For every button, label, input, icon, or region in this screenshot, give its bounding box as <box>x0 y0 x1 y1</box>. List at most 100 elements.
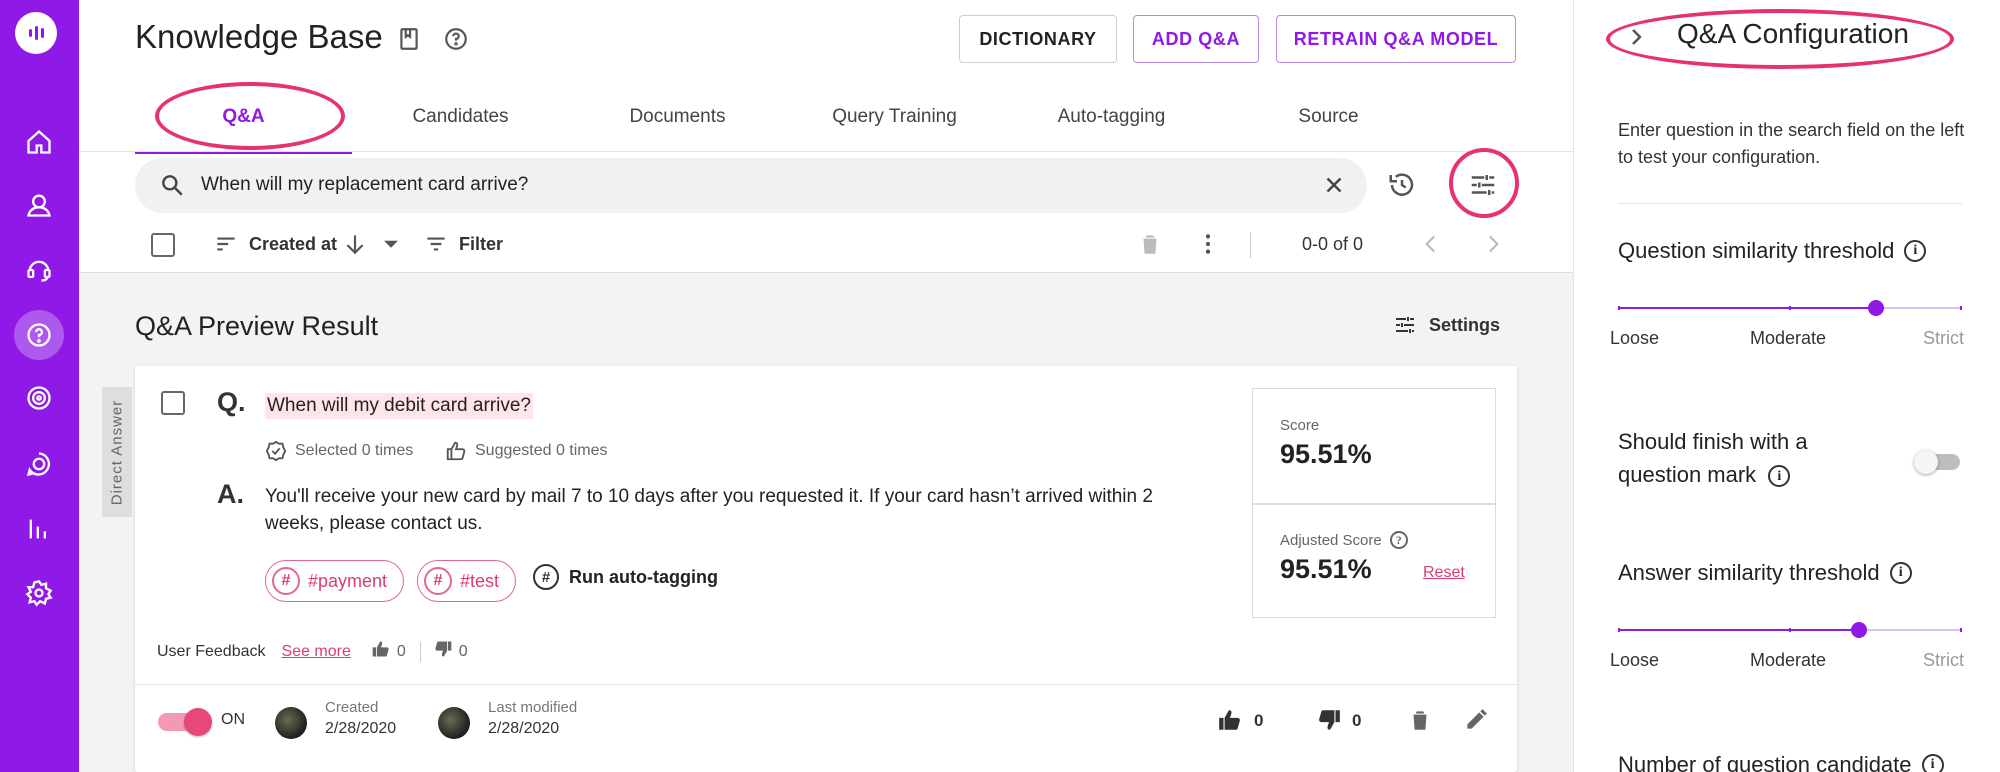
score-label: Score <box>1280 417 1320 434</box>
sort-icon[interactable] <box>213 231 239 262</box>
score-value: 95.51% <box>1280 439 1372 469</box>
edit-icon[interactable] <box>1463 707 1489 738</box>
qa-result-card: Q. When will my debit card arrive? Selec… <box>135 366 1517 772</box>
thumb-up-icon[interactable] <box>1217 707 1243 738</box>
config-panel: Q&A Configuration Enter question in the … <box>1573 0 2000 772</box>
feedback-divider <box>419 641 421 662</box>
caret-down-icon[interactable] <box>378 231 404 262</box>
question-threshold-text: Question similarity threshold <box>1618 238 1895 263</box>
info-icon[interactable]: i <box>1921 754 1944 772</box>
tag-label: #payment <box>308 570 388 591</box>
scale-moderate: Moderate <box>1750 650 1827 670</box>
answer-text: You'll receive your new card by mail 7 t… <box>265 486 1153 534</box>
scale-loose: Loose <box>1610 328 1660 348</box>
book-icon[interactable] <box>396 26 422 52</box>
slider-thumb[interactable] <box>1868 300 1884 316</box>
question-candidate-text: Number of question candidate <box>1618 752 1912 772</box>
tune-icon <box>1396 317 1414 333</box>
slider-tick <box>1618 628 1620 632</box>
filter-label[interactable]: Filter <box>459 234 503 255</box>
reset-link[interactable]: Reset <box>1423 564 1465 582</box>
settings-button[interactable]: Settings <box>1393 313 1500 337</box>
more-vert-icon[interactable] <box>1195 231 1221 262</box>
info-icon[interactable]: i <box>1768 465 1791 488</box>
card-checkbox[interactable] <box>161 391 185 415</box>
scale-strict: Strict <box>1923 328 1965 348</box>
slider-tick <box>1960 306 1962 310</box>
answer-threshold-label: Answer similarity threshold i <box>1618 560 1912 586</box>
run-auto-tagging-button[interactable]: # Run auto-tagging <box>533 564 718 590</box>
tune-icon[interactable] <box>1463 165 1503 205</box>
info-icon[interactable]: i <box>1889 562 1912 584</box>
tab-divider <box>79 151 1573 152</box>
tab-auto-tagging[interactable]: Auto-tagging <box>1003 88 1220 152</box>
slider-track-filled <box>1618 307 1876 309</box>
tab-documents[interactable]: Documents <box>569 88 786 152</box>
score-box: Score 95.51% Adjusted Score ? 95.51% Res… <box>1252 388 1496 618</box>
created-label: Created <box>325 699 379 716</box>
should-finish-toggle[interactable] <box>1914 450 1962 474</box>
select-all-checkbox[interactable] <box>151 233 175 257</box>
target-icon[interactable] <box>14 373 64 423</box>
toolbar-divider <box>1250 232 1251 258</box>
feedback-down-count: 0 <box>458 642 468 660</box>
delete-icon[interactable] <box>1407 707 1433 738</box>
modified-date: 2/28/2020 <box>488 720 560 737</box>
see-more-link[interactable]: See more <box>282 643 351 661</box>
info-icon[interactable]: i <box>1904 240 1927 262</box>
question-threshold-slider[interactable] <box>1618 298 1962 318</box>
help-circle-icon[interactable] <box>443 26 469 52</box>
tab-query-training[interactable]: Query Training <box>786 88 1003 152</box>
question-marker: Q. <box>217 387 246 417</box>
filter-icon[interactable] <box>423 231 449 262</box>
like-count: 0 <box>1254 711 1264 730</box>
app-logo-icon[interactable] <box>15 12 57 54</box>
history-icon[interactable] <box>1382 165 1422 205</box>
question-threshold-label: Question similarity threshold i <box>1618 238 1927 264</box>
add-qa-button[interactable]: ADD Q&A <box>1133 15 1259 63</box>
chat-agent-icon[interactable] <box>14 245 64 295</box>
thumb-down-icon[interactable] <box>1316 707 1342 738</box>
config-divider <box>1618 203 1962 204</box>
suggested-label: Suggested 0 times <box>475 442 608 459</box>
config-description: Enter question in the search field on th… <box>1618 120 1965 167</box>
question-candidate-label: Number of question candidate i <box>1618 752 1944 772</box>
settings-label: Settings <box>1429 314 1501 335</box>
arrow-down-icon[interactable] <box>342 231 368 262</box>
slider-tick <box>1789 306 1791 310</box>
home-icon[interactable] <box>14 117 64 167</box>
preview-title: Q&A Preview Result <box>135 311 379 341</box>
chevron-left-icon[interactable] <box>1418 231 1444 262</box>
settings-icon[interactable] <box>14 568 64 618</box>
analytics-icon[interactable] <box>14 504 64 554</box>
preview-section: Q&A Preview Result Settings Q. When will… <box>79 273 1573 772</box>
delete-icon[interactable] <box>1137 231 1163 262</box>
user-icon[interactable] <box>14 180 64 230</box>
slider-track-rest <box>1859 629 1962 631</box>
tab-candidates[interactable]: Candidates <box>352 88 569 152</box>
tag-label: #test <box>460 570 500 591</box>
slider-thumb[interactable] <box>1851 622 1867 638</box>
dictionary-button[interactable]: DICTIONARY <box>959 15 1117 63</box>
thumb-up-outline-icon <box>446 441 466 461</box>
hash-icon: # <box>272 567 300 595</box>
modified-label: Last modified <box>488 699 578 716</box>
conversation-icon[interactable] <box>14 439 64 489</box>
toggle-label: ON <box>221 711 245 728</box>
search-input[interactable] <box>201 166 1281 204</box>
tag-chip-test[interactable]: # #test <box>417 560 517 602</box>
selected-count: Selected 0 times <box>265 440 413 462</box>
tab-qa[interactable]: Q&A <box>135 88 352 154</box>
active-toggle[interactable] <box>158 708 212 736</box>
help-icon[interactable] <box>14 310 64 360</box>
retrain-qa-model-button[interactable]: RETRAIN Q&A MODEL <box>1276 15 1516 63</box>
chevron-right-icon[interactable] <box>1480 231 1506 262</box>
chevron-right-icon[interactable] <box>1624 25 1648 49</box>
clear-icon[interactable] <box>1321 172 1347 198</box>
help-icon[interactable]: ? <box>1389 531 1408 549</box>
tag-chip-payment[interactable]: # #payment <box>265 560 405 602</box>
tab-source[interactable]: Source <box>1220 88 1437 152</box>
sort-label[interactable]: Created at <box>249 234 337 255</box>
slider-tick <box>1789 628 1791 632</box>
answer-threshold-slider[interactable] <box>1618 620 1962 640</box>
